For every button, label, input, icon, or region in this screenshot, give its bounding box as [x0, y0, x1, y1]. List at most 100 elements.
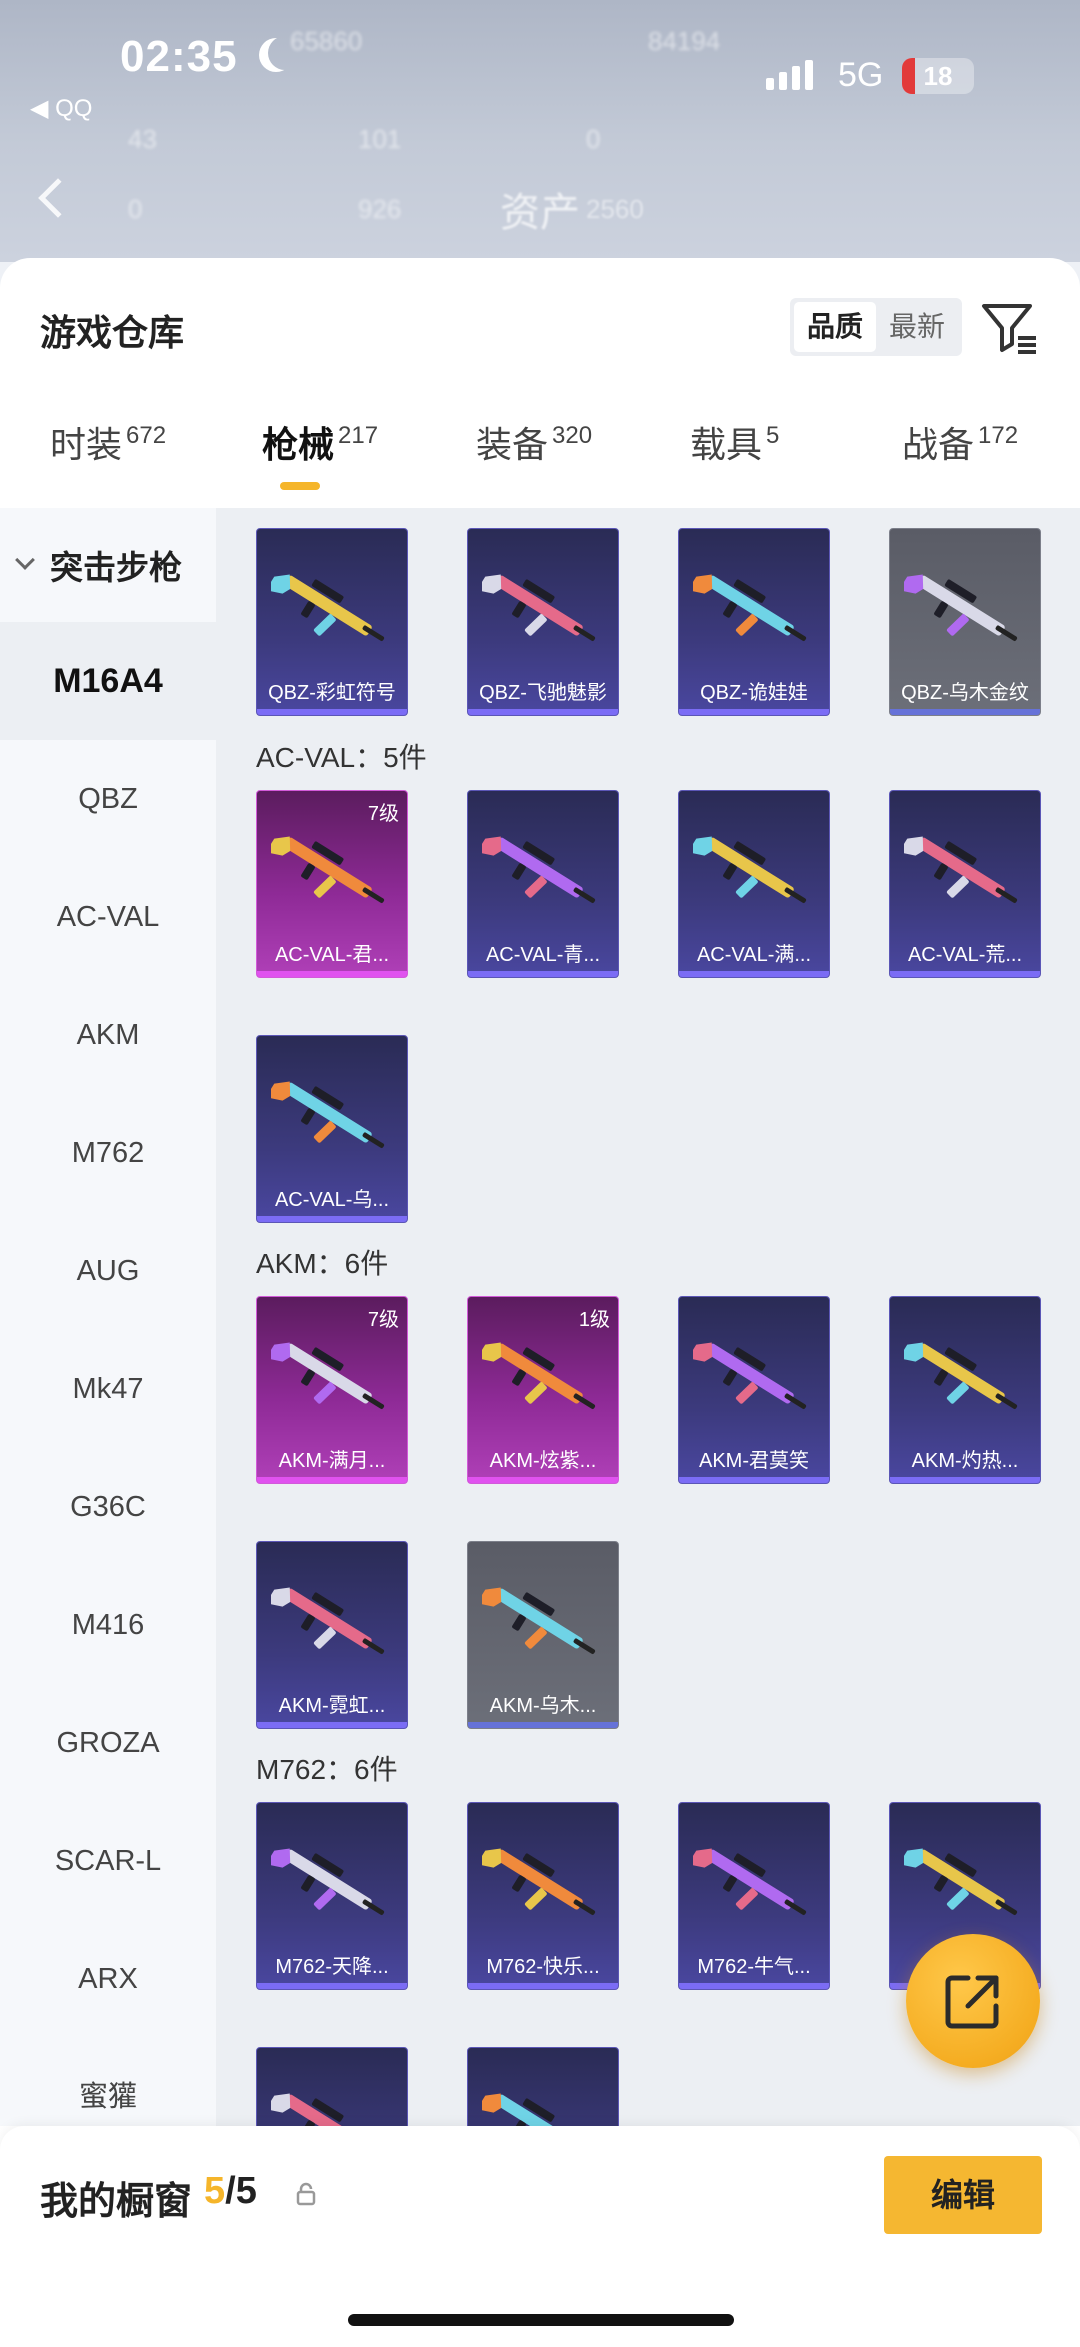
skin-card[interactable]: 7级 AKM-满月... [256, 1296, 408, 1484]
blurred-stat: 926 [358, 194, 402, 224]
skin-card[interactable]: QBZ-诡娃娃 [678, 528, 830, 716]
sort-toggle[interactable]: 品质 最新 [790, 298, 962, 356]
rifle-icon [482, 574, 596, 641]
sort-quality-option[interactable]: 品质 [794, 302, 876, 352]
skin-name: QBZ-彩虹符号 [268, 682, 396, 704]
skin-card[interactable]: M762-快乐... [467, 1802, 619, 1990]
rifle-icon [693, 1848, 807, 1915]
skin-name: AC-VAL-君... [274, 944, 390, 966]
sidebar-item-m16a4[interactable]: M16A4 [0, 622, 216, 740]
rifle-icon [904, 836, 1018, 903]
showcase-count: 5/5 [204, 2170, 257, 2213]
tab-equipment[interactable]: 装备 320 [476, 416, 592, 468]
skin-name: AKM-霓虹... [278, 1695, 386, 1717]
chevron-down-icon [15, 550, 35, 570]
sidebar-item-ac-val[interactable]: AC-VAL [0, 858, 216, 976]
skin-card[interactable]: QBZ-飞驰魅影 [467, 528, 619, 716]
rifle-icon [271, 1081, 385, 1148]
sidebar-item-m762[interactable]: M762 [0, 1094, 216, 1212]
skin-name: AC-VAL-满... [696, 944, 812, 966]
skin-name: QBZ-飞驰魅影 [479, 682, 607, 704]
skin-card[interactable]: AKM-灼热... [889, 1296, 1041, 1484]
skin-card[interactable]: QBZ-乌木金纹 [889, 528, 1041, 716]
skin-card[interactable] [467, 2047, 619, 2126]
tab-label: 装备 [476, 424, 549, 465]
tab-supplies[interactable]: 战备 172 [902, 416, 1018, 468]
tab-vehicles[interactable]: 载具 5 [690, 416, 779, 468]
tab-count: 217 [338, 422, 379, 449]
skin-name: AC-VAL-青... [485, 944, 601, 966]
skin-name: AC-VAL-乌... [274, 1189, 390, 1211]
skin-card[interactable]: 7级 AC-VAL-君... [256, 790, 408, 978]
rifle-icon [271, 1587, 385, 1654]
skin-card[interactable]: AC-VAL-乌... [256, 1035, 408, 1223]
rifle-icon [271, 836, 385, 903]
tab-count: 672 [126, 422, 167, 449]
skin-level-badge: 1级 [578, 1309, 610, 1331]
skin-name: AKM-炫紫... [489, 1450, 597, 1472]
back-to-qq-link[interactable]: ◀ QQ [30, 94, 92, 123]
rifle-icon [271, 1342, 385, 1409]
skin-card[interactable]: 1级 AKM-炫紫... [467, 1296, 619, 1484]
skin-name: AKM-君莫笑 [699, 1450, 809, 1472]
tab-costume[interactable]: 时装 672 [50, 416, 166, 468]
sidebar-item-aug[interactable]: AUG [0, 1212, 216, 1330]
sidebar-item-qbz[interactable]: QBZ [0, 740, 216, 858]
tab-firearms[interactable]: 枪械 217 [262, 416, 378, 468]
rifle-icon [482, 2093, 583, 2126]
skin-name: AKM-灼热... [911, 1450, 1019, 1472]
skin-card[interactable]: M762-天降... [256, 1802, 408, 1990]
skin-level-badge: 7级 [367, 803, 399, 825]
sidebar-item-mk47[interactable]: Mk47 [0, 1330, 216, 1448]
rifle-icon [904, 574, 1018, 641]
section-title-ac-val: AC-VAL：5件 [256, 742, 427, 773]
skin-card[interactable]: AC-VAL-荒... [889, 790, 1041, 978]
skin-card[interactable]: AC-VAL-满... [678, 790, 830, 978]
sort-newest-option[interactable]: 最新 [876, 302, 958, 352]
sidebar-item-honey-badger[interactable]: 蜜獾 [0, 2038, 216, 2126]
back-chevron-icon[interactable] [38, 178, 78, 218]
sidebar-group-label: 突击步枪 [50, 549, 182, 586]
blurred-stat: 43 [128, 124, 157, 154]
battery-icon: 18 [902, 58, 974, 94]
rifle-icon [693, 836, 807, 903]
skin-name: QBZ-诡娃娃 [700, 682, 808, 704]
sidebar-item-scar-l[interactable]: SCAR-L [0, 1802, 216, 1920]
skin-card[interactable]: AKM-乌木... [467, 1541, 619, 1729]
skin-card[interactable]: AKM-霓虹... [256, 1541, 408, 1729]
home-indicator[interactable] [348, 2314, 734, 2326]
sidebar-item-groza[interactable]: GROZA [0, 1684, 216, 1802]
active-tab-indicator [280, 482, 320, 490]
showcase-count-current: 5 [204, 2170, 226, 2212]
skin-name: AC-VAL-荒... [907, 944, 1023, 966]
tab-count: 172 [978, 422, 1019, 449]
showcase-label: 我的橱窗 [40, 2181, 193, 2223]
tab-label: 载具 [690, 424, 763, 465]
sidebar-group-assault-rifles[interactable]: 突击步枪 [0, 508, 216, 622]
skin-name: M762-快乐... [486, 1956, 600, 1978]
skin-name: M762-牛气... [697, 1956, 811, 1978]
edit-button[interactable]: 编辑 [884, 2156, 1042, 2234]
skin-card[interactable]: AKM-君莫笑 [678, 1296, 830, 1484]
blurred-stat: 84194 [648, 26, 721, 56]
sidebar-item-arx[interactable]: ARX [0, 1920, 216, 2038]
skin-card[interactable]: QBZ-彩虹符号 [256, 528, 408, 716]
skin-card[interactable]: AC-VAL-青... [467, 790, 619, 978]
tab-count: 5 [766, 422, 780, 449]
weapon-category-sidebar: 突击步枪 M16A4 QBZ AC-VAL AKM M762 AUG Mk47 … [0, 508, 216, 2126]
sidebar-item-m416[interactable]: M416 [0, 1566, 216, 1684]
rifle-icon [693, 1342, 807, 1409]
sidebar-item-g36c[interactable]: G36C [0, 1448, 216, 1566]
sidebar-item-akm[interactable]: AKM [0, 976, 216, 1094]
skin-card[interactable] [256, 2047, 408, 2126]
filter-icon[interactable] [980, 300, 1040, 356]
share-icon[interactable] [906, 1934, 1040, 2068]
skin-name: M762-天降... [275, 1956, 389, 1978]
moon-icon [268, 36, 302, 70]
tab-label: 时装 [50, 424, 123, 465]
skin-level-badge: 7级 [367, 1309, 399, 1331]
status-time: 02:35 [120, 32, 238, 81]
skin-card[interactable]: M762-牛气... [678, 1802, 830, 1990]
rifle-icon [482, 1342, 596, 1409]
tab-label: 战备 [902, 424, 975, 465]
